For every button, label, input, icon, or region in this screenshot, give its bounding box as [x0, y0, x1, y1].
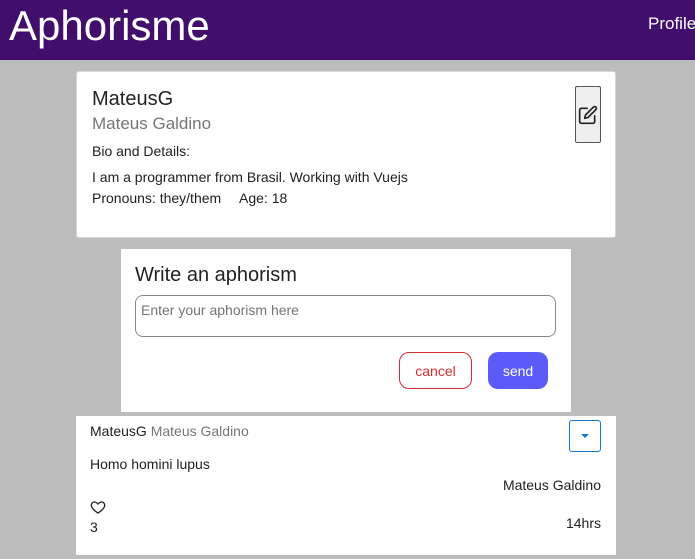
post-options-dropdown[interactable] — [569, 420, 601, 452]
profile-card: MateusG Mateus Galdino Bio and Details: … — [76, 71, 616, 238]
compose-title: Write an aphorism — [135, 264, 297, 286]
compose-aphorism-card: Write an aphorism cancel send — [121, 249, 571, 412]
heart-icon[interactable] — [90, 499, 106, 515]
post-username[interactable]: MateusG — [90, 423, 147, 439]
profile-username: MateusG — [92, 88, 174, 110]
top-app-bar: Aphorisme Profile — [0, 0, 695, 60]
send-button[interactable]: send — [488, 352, 548, 389]
chevron-down-icon — [581, 434, 589, 438]
cancel-button[interactable]: cancel — [399, 352, 472, 389]
post-timestamp: 14hrs — [565, 515, 601, 531]
profile-age: Age: 18 — [239, 190, 288, 206]
profile-full-name: Mateus Galdino — [92, 114, 212, 133]
post-full-name: Mateus Galdino — [150, 423, 249, 439]
edit-icon — [578, 105, 598, 124]
bio-title: Bio and Details: — [92, 143, 191, 159]
like-count: 3 — [90, 519, 98, 535]
aphorism-input[interactable] — [135, 295, 556, 337]
aphorism-post-card: MateusG Mateus Galdino Homo homini lupus… — [76, 416, 616, 555]
profile-pronouns: Pronouns: they/them — [92, 190, 222, 206]
post-header: MateusG Mateus Galdino — [90, 423, 249, 439]
post-author: Mateus Galdino — [502, 477, 601, 493]
bio-text: I am a programmer from Brasil. Working w… — [92, 169, 408, 185]
nav-link-profile[interactable]: Profile — [648, 14, 695, 34]
edit-profile-button[interactable] — [575, 86, 601, 143]
post-text: Homo homini lupus — [90, 456, 210, 472]
app-brand[interactable]: Aphorisme — [9, 2, 210, 50]
